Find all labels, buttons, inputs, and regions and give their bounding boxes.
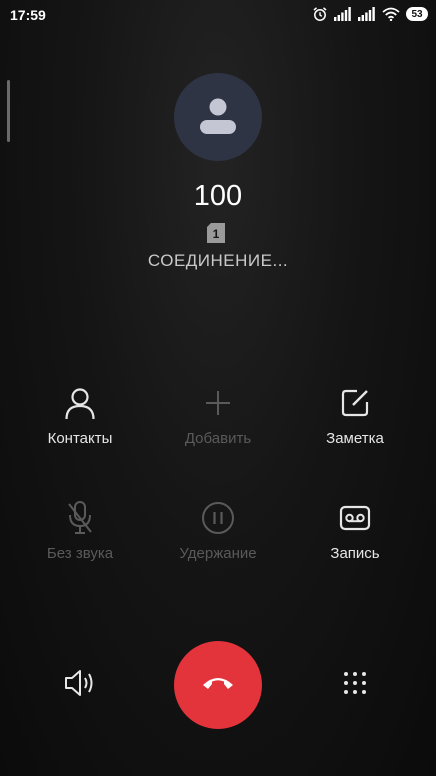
scroll-indicator[interactable] <box>7 80 10 142</box>
wifi-icon <box>382 7 400 21</box>
person-icon <box>196 93 240 142</box>
end-call-button[interactable] <box>174 641 262 729</box>
edit-note-icon <box>339 384 371 422</box>
hold-label: Удержание <box>179 545 257 562</box>
battery-icon: 53 <box>406 7 428 21</box>
add-call-label: Добавить <box>184 430 252 447</box>
record-label: Запись <box>330 545 380 562</box>
status-bar: 17:59 53 <box>0 0 436 30</box>
voicemail-icon <box>339 499 371 537</box>
contacts-button[interactable]: Контакты <box>15 384 145 454</box>
sim-label: 1 <box>213 227 220 241</box>
record-button[interactable]: Запись <box>290 499 420 569</box>
status-time: 17:59 <box>10 7 46 23</box>
note-label: Заметка <box>326 430 384 447</box>
mic-off-icon <box>65 499 95 537</box>
caller-number: 100 <box>193 180 243 212</box>
person-outline-icon <box>63 384 97 422</box>
mute-label: Без звука <box>46 545 114 562</box>
plus-icon <box>203 384 233 422</box>
in-call-screen: 17:59 53 100 1 СОЕДИНЕНИЕ... Контакты До… <box>0 0 436 776</box>
hang-up-icon <box>201 674 235 697</box>
contacts-label: Контакты <box>47 430 113 447</box>
alarm-icon <box>312 6 328 22</box>
signal-icon <box>334 7 352 21</box>
speaker-button[interactable] <box>60 666 102 704</box>
hold-button[interactable]: Удержание <box>153 499 283 569</box>
sim-card-icon: 1 <box>207 223 225 248</box>
call-status: СОЕДИНЕНИЕ... <box>147 251 289 270</box>
mute-button[interactable]: Без звука <box>15 499 145 569</box>
caller-avatar <box>174 73 262 161</box>
speaker-icon <box>63 668 99 703</box>
status-icons: 53 <box>312 6 428 22</box>
dialpad-icon <box>342 670 368 701</box>
signal-icon <box>358 7 376 21</box>
add-call-button[interactable]: Добавить <box>153 384 283 454</box>
note-button[interactable]: Заметка <box>290 384 420 454</box>
dialpad-button[interactable] <box>334 666 376 704</box>
pause-icon <box>201 499 235 537</box>
